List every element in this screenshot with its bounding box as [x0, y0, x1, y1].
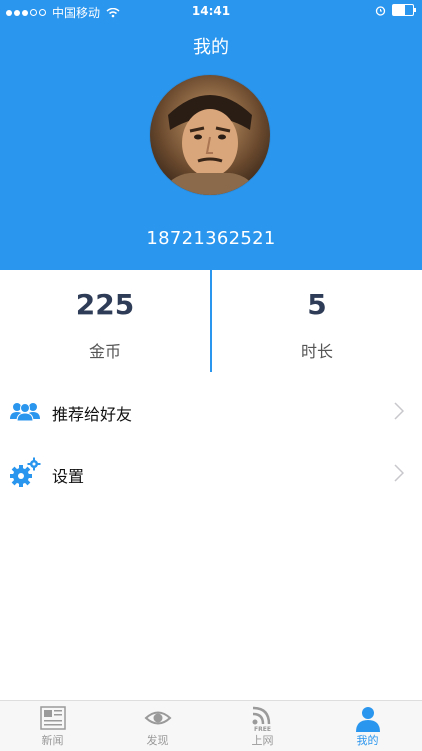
avatar-image [150, 75, 270, 195]
users-icon [9, 401, 41, 425]
time-label: 时长 [300, 342, 333, 361]
menu-item-settings[interactable]: 设置 [0, 444, 422, 506]
menu-item-recommend[interactable]: 推荐给好友 [0, 382, 422, 444]
status-time: 14:41 [191, 4, 231, 18]
status-bar: 中国移动 14:41 [0, 0, 422, 22]
avatar[interactable] [150, 75, 270, 195]
tab-label-mine: 我的 [356, 734, 379, 747]
battery-icon [392, 4, 416, 16]
tab-internet[interactable]: FREE 上网 [210, 701, 315, 751]
tab-discover[interactable]: 发现 [105, 701, 210, 751]
status-right [375, 4, 416, 16]
time-stat[interactable]: 5 时长 [212, 270, 422, 372]
person-icon [355, 706, 381, 735]
eye-icon [144, 706, 172, 733]
chevron-right-icon [394, 402, 405, 424]
profile-header: 中国移动 14:41 我的 18721362521 [0, 0, 422, 270]
tab-label-internet: 上网 [251, 734, 274, 747]
tab-news[interactable]: 新闻 [0, 701, 105, 751]
coins-value: 225 [75, 288, 135, 321]
newspaper-icon [39, 706, 66, 733]
free-wifi-icon: FREE [250, 706, 276, 735]
menu-label-settings: 设置 [52, 467, 85, 486]
phone-number: 18721362521 [146, 228, 276, 249]
tab-bar: 新闻 发现 FREE 上网 我的 [0, 700, 422, 751]
chevron-right-icon [394, 464, 405, 486]
alarm-icon [375, 5, 386, 16]
coins-stat[interactable]: 225 金币 [0, 270, 210, 372]
menu-label-recommend: 推荐给好友 [52, 405, 133, 424]
page-title: 我的 [193, 37, 229, 58]
tab-label-discover: 发现 [146, 734, 169, 747]
tab-label-news: 新闻 [41, 734, 64, 747]
coins-label: 金币 [88, 342, 121, 361]
gear-icon [9, 457, 41, 493]
tab-mine[interactable]: 我的 [315, 701, 420, 751]
time-value: 5 [307, 288, 327, 321]
stats-panel: 225 金币 5 时长 [0, 270, 422, 372]
